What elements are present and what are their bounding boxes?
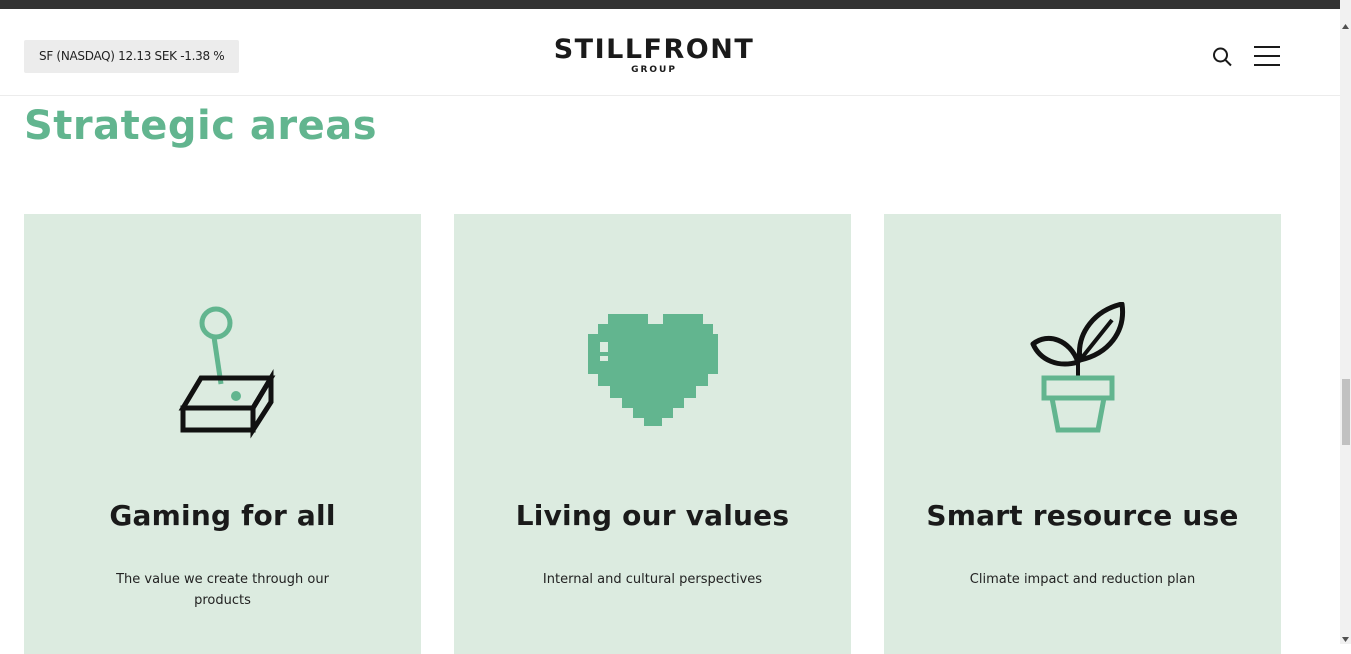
logo-wordmark: STILLFRONT [553,34,755,65]
pixel-heart-icon [587,314,718,426]
card-icon-container [454,302,851,442]
search-button[interactable] [1211,45,1235,69]
card-description: Internal and cultural perspectives [542,572,763,587]
joystick-icon [178,306,275,439]
top-dark-bar [0,0,1340,9]
card-living-our-values[interactable]: Living our values Internal and cultural … [454,214,851,654]
scroll-up-arrow-icon[interactable] [1341,22,1350,32]
card-title: Living our values [515,499,790,532]
stillfront-logo[interactable]: STILLFRONT GROUP [549,34,759,76]
card-icon-container [884,302,1281,442]
hamburger-menu-icon [1254,46,1280,66]
logo-subtitle: GROUP [631,65,677,75]
section-title: Strategic areas [24,103,378,149]
menu-button[interactable] [1254,44,1280,68]
card-title: Gaming for all [109,499,336,532]
card-title: Smart resource use [926,499,1239,532]
card-description: The value we create through our products [116,572,329,608]
card-description: Climate impact and reduction plan [969,572,1196,587]
card-smart-resource-use[interactable]: Smart resource use Climate impact and re… [884,214,1281,654]
scrollbar-thumb[interactable] [1342,379,1350,445]
page-scrollbar[interactable] [1340,0,1351,644]
card-icon-container [24,302,421,442]
stock-ticker[interactable]: SF (NASDAQ) 12.13 SEK -1.38 % [24,40,240,73]
plant-pot-icon [1030,302,1125,433]
site-header: SF (NASDAQ) 12.13 SEK -1.38 % STILLFRONT… [0,9,1340,96]
search-icon [1213,47,1232,67]
card-gaming-for-all[interactable]: Gaming for all The value we create throu… [24,214,421,654]
scroll-down-arrow-icon[interactable] [1341,634,1350,644]
